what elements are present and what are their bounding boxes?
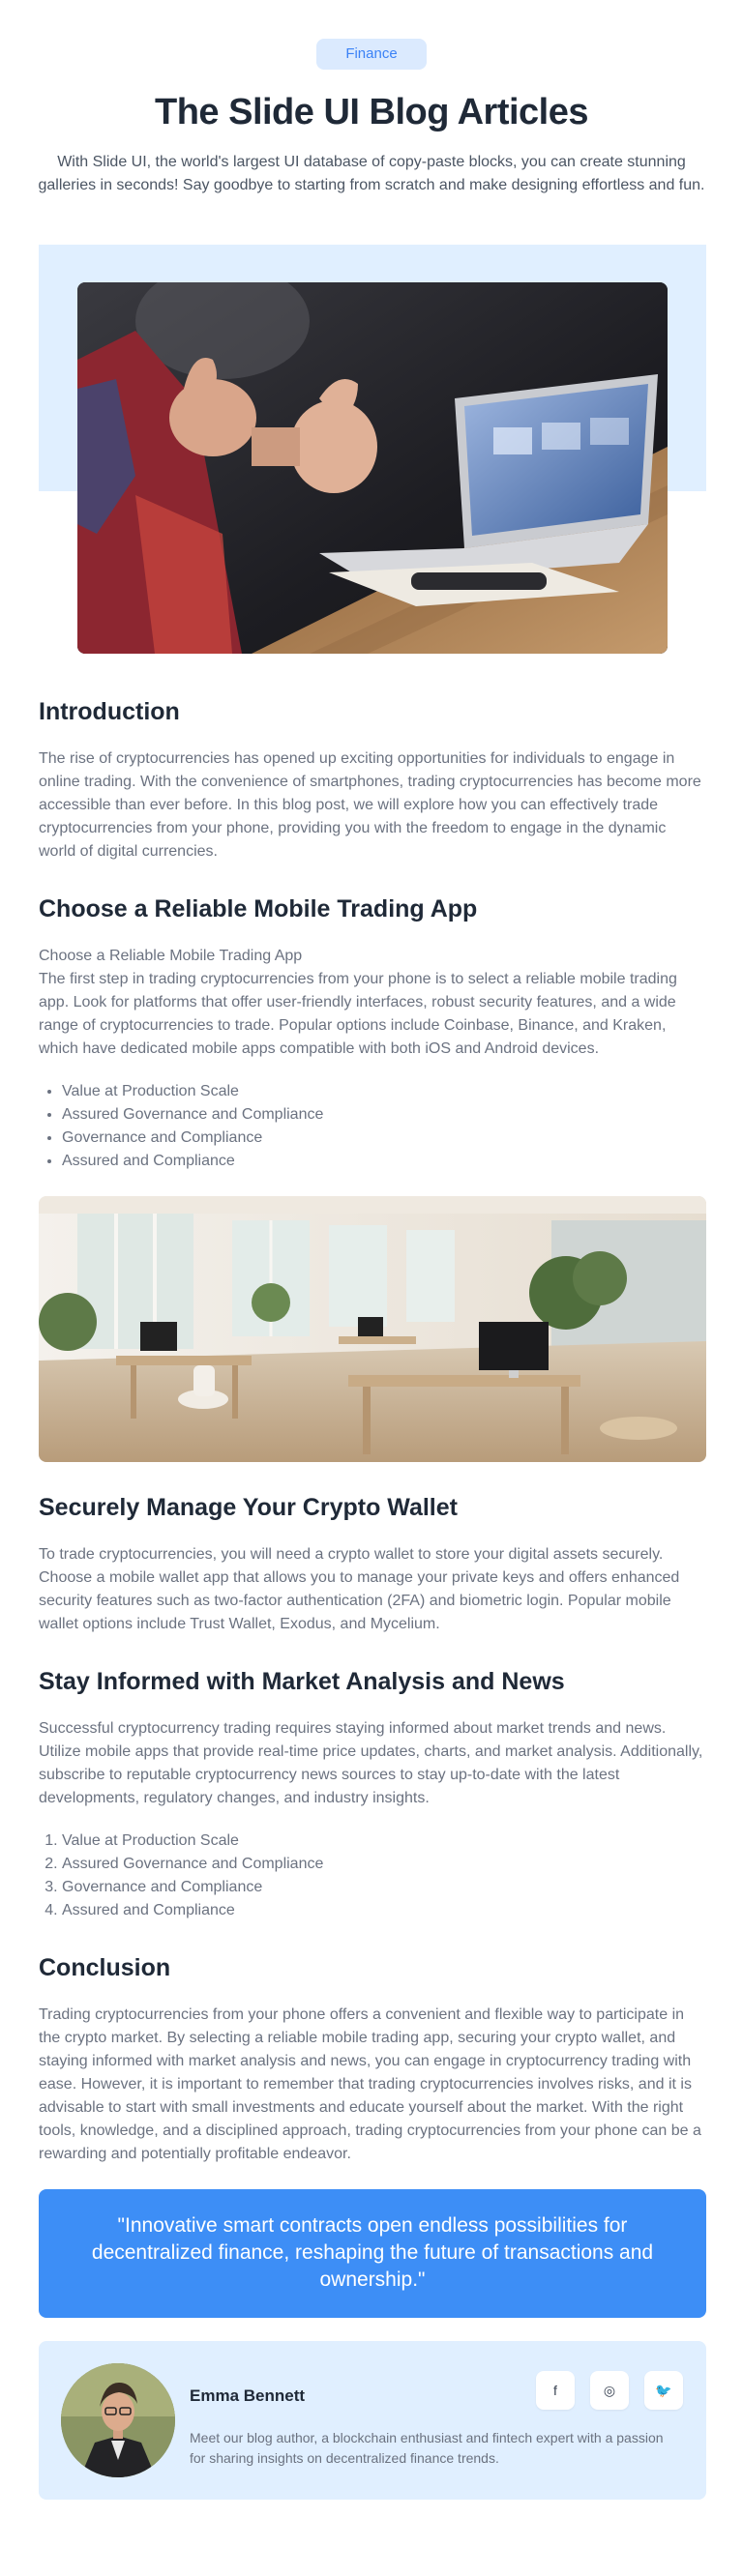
bullet-list: Value at Production Scale Assured Govern… xyxy=(39,1080,706,1173)
office-image xyxy=(39,1196,706,1462)
section-heading-introduction: Introduction xyxy=(39,698,180,725)
facebook-icon[interactable]: f xyxy=(536,2371,575,2410)
list-item: Value at Production Scale xyxy=(62,1080,706,1103)
numbered-list: Value at Production Scale Assured Govern… xyxy=(39,1830,706,1922)
section-text-market-news: Successful cryptocurrency trading requir… xyxy=(39,1720,703,1806)
list-item: Assured and Compliance xyxy=(62,1150,706,1173)
twitter-icon[interactable]: 🐦 xyxy=(644,2371,683,2410)
section-heading-conclusion: Conclusion xyxy=(39,1954,171,1981)
article-header: Finance The Slide UI Blog Articles With … xyxy=(0,0,743,197)
section-heading-choose-app: Choose a Reliable Mobile Trading App xyxy=(39,895,478,922)
section-heading-market-news: Stay Informed with Market Analysis and N… xyxy=(39,1668,565,1695)
list-item: Value at Production Scale xyxy=(62,1830,706,1853)
author-name[interactable]: Emma Bennett xyxy=(190,2386,305,2406)
hero-image xyxy=(77,282,668,654)
section-subheading-choose-app: Choose a Reliable Mobile Trading App xyxy=(39,948,303,964)
page-subtitle: With Slide UI, the world's largest UI da… xyxy=(38,154,705,193)
social-links: f ◎ 🐦 xyxy=(536,2371,683,2410)
instagram-icon[interactable]: ◎ xyxy=(590,2371,629,2410)
author-bio: Meet our blog author, a blockchain enthu… xyxy=(190,2430,664,2466)
avatar xyxy=(61,2363,175,2477)
list-item: Assured and Compliance xyxy=(62,1899,706,1922)
section-text-wallet: To trade cryptocurrencies, you will need… xyxy=(39,1546,680,1632)
quote-block: "Innovative smart contracts open endless… xyxy=(39,2189,706,2318)
section-body-choose-app: The first step in trading cryptocurrenci… xyxy=(39,971,677,1057)
author-card: Emma Bennett Meet our blog author, a blo… xyxy=(39,2341,706,2500)
category-tag[interactable]: Finance xyxy=(316,39,427,70)
list-item: Governance and Compliance xyxy=(62,1876,706,1899)
section-text-conclusion: Trading cryptocurrencies from your phone… xyxy=(39,2006,701,2162)
blog-article-page: Finance The Slide UI Blog Articles With … xyxy=(0,0,743,2576)
section-text-introduction: The rise of cryptocurrencies has opened … xyxy=(39,750,701,860)
list-item: Assured Governance and Compliance xyxy=(62,1103,706,1127)
section-heading-wallet: Securely Manage Your Crypto Wallet xyxy=(39,1494,458,1521)
list-item: Assured Governance and Compliance xyxy=(62,1853,706,1876)
page-title: The Slide UI Blog Articles xyxy=(154,92,589,132)
section-text-choose-app: Choose a Reliable Mobile Trading App The… xyxy=(39,945,706,1061)
article-body: Introduction The rise of cryptocurrencie… xyxy=(39,688,706,2500)
list-item: Governance and Compliance xyxy=(62,1127,706,1150)
